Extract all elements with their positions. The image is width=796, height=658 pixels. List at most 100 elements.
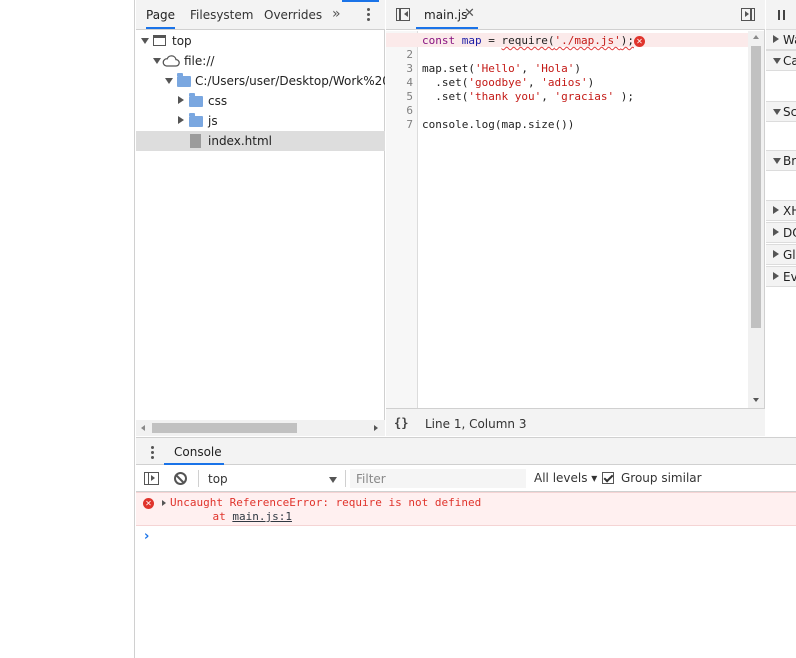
line-number: 6 <box>406 104 413 117</box>
tree-item-css[interactable]: css <box>136 91 385 111</box>
show-console-sidebar-icon[interactable] <box>144 472 159 485</box>
debugger-toolbar <box>766 0 796 30</box>
active-panel-indicator <box>342 0 379 2</box>
folder-icon <box>189 113 203 127</box>
tab-console[interactable]: Console <box>164 438 224 465</box>
log-levels-dropdown[interactable]: All levels ▾ <box>534 471 597 485</box>
expand-arrow-icon[interactable] <box>162 500 166 506</box>
toolbar-divider <box>198 470 199 487</box>
toolbar-divider <box>345 470 346 487</box>
code-line-5: .set('thank you', 'gracias' ); <box>422 90 634 103</box>
more-tabs-icon[interactable]: » <box>332 6 341 22</box>
collapsed-arrow-icon <box>773 250 779 258</box>
section-label: XHR/fetch Breakpoints <box>783 204 796 218</box>
section-dom-breakpoints[interactable]: DOM Breakpoints <box>766 222 796 243</box>
tree-item-folder-path[interactable]: C:/Users/user/Desktop/Work%20Sp <box>136 71 385 91</box>
line-number: 5 <box>406 90 413 103</box>
tab-page[interactable]: Page <box>146 0 176 29</box>
tree-label: css <box>208 94 228 108</box>
filter-input[interactable] <box>350 469 526 488</box>
drawer-tabbar: Console <box>136 437 796 465</box>
editor-statusbar: {} Line 1, Column 3 <box>386 408 765 436</box>
scroll-up-icon[interactable] <box>753 35 759 39</box>
section-label: Scope <box>783 105 796 119</box>
console-drawer: Console top All levels ▾ Group similar ✕… <box>136 437 796 658</box>
error-icon: ✕ <box>143 498 154 509</box>
close-icon[interactable]: ✕ <box>464 6 475 21</box>
scrollbar-thumb[interactable] <box>751 46 761 328</box>
prompt-chevron-icon: › <box>144 529 150 544</box>
context-value: top <box>208 472 228 486</box>
frame-icon <box>153 35 166 46</box>
tree-label: C:/Users/user/Desktop/Work%20Sp <box>195 74 385 88</box>
folder-icon <box>189 93 203 107</box>
tree-item-origin[interactable]: file:// <box>136 51 385 71</box>
tree-label: file:// <box>184 54 215 68</box>
tab-filesystem[interactable]: Filesystem <box>190 0 253 29</box>
section-global-listeners[interactable]: Global Listeners <box>766 244 796 265</box>
error-stack-line: at main.js:1 <box>186 510 292 523</box>
error-marker-icon[interactable]: ✕ <box>634 36 645 47</box>
section-label: Event Listener Breakpoints <box>783 270 796 284</box>
code-line-4: .set('goodbye', 'adios') <box>422 76 595 89</box>
line-number: 3 <box>406 62 413 75</box>
tab-overrides[interactable]: Overrides <box>264 0 322 29</box>
collapsed-arrow-icon <box>178 96 184 104</box>
navigator-tabbar: Page Filesystem Overrides » <box>136 0 385 30</box>
kebab-menu-icon[interactable] <box>366 6 372 24</box>
vertical-scrollbar[interactable] <box>748 31 764 408</box>
collapsed-arrow-icon <box>773 228 779 236</box>
editor-tabbar: main.js ✕ <box>386 0 765 30</box>
stack-prefix: at <box>186 510 233 523</box>
tab-main-js[interactable]: main.js ✕ <box>416 0 478 29</box>
section-xhr-breakpoints[interactable]: XHR/fetch Breakpoints <box>766 200 796 221</box>
error-text: Uncaught ReferenceError: require is not … <box>170 496 482 509</box>
console-toolbar: top All levels ▾ Group similar <box>136 465 796 492</box>
folder-icon <box>177 73 191 87</box>
scroll-right-icon[interactable] <box>374 425 378 431</box>
toggle-debugger-icon[interactable] <box>741 8 755 21</box>
levels-value: All levels <box>534 471 588 485</box>
group-similar-label: Group similar <box>621 471 702 485</box>
tree-item-js[interactable]: js <box>136 111 385 131</box>
collapsed-arrow-icon <box>773 35 779 43</box>
expanded-arrow-icon <box>773 158 781 164</box>
context-select[interactable]: top <box>208 470 339 488</box>
scroll-left-icon[interactable] <box>141 425 145 431</box>
source-link[interactable]: main.js:1 <box>232 510 292 523</box>
line-number: 2 <box>406 48 413 61</box>
drawer-menu-icon[interactable] <box>150 444 156 462</box>
code-line-7: console.log(map.size()) <box>422 118 575 131</box>
console-error-message[interactable]: ✕ Uncaught ReferenceError: require is no… <box>136 492 796 526</box>
section-event-listener-breakpoints[interactable]: Event Listener Breakpoints <box>766 266 796 287</box>
sources-navigator: Page Filesystem Overrides » top file:// … <box>136 0 385 436</box>
scrollbar-thumb[interactable] <box>152 423 297 433</box>
group-similar-checkbox[interactable] <box>602 472 614 484</box>
section-label: Breakpoints <box>783 154 796 168</box>
section-watch[interactable]: Watch <box>766 29 796 50</box>
tree-item-top[interactable]: top <box>136 31 385 51</box>
clear-console-icon[interactable] <box>174 472 187 485</box>
scroll-down-icon[interactable] <box>753 398 759 402</box>
console-prompt[interactable]: › <box>136 527 796 547</box>
tree-label: top <box>172 34 192 48</box>
code-area[interactable]: const map = require('./map.js'); map.set… <box>418 31 748 408</box>
line-number: 7 <box>406 118 413 131</box>
chevron-down-icon <box>329 477 337 483</box>
section-call-stack[interactable]: Call Stack <box>766 50 796 71</box>
expanded-arrow-icon <box>773 109 781 115</box>
section-breakpoints[interactable]: Breakpoints <box>766 150 796 171</box>
tree-item-index-html[interactable]: index.html <box>136 131 385 151</box>
collapsed-arrow-icon <box>773 272 779 280</box>
section-scope[interactable]: Scope <box>766 101 796 122</box>
pause-icon[interactable] <box>778 10 786 20</box>
tree-label: index.html <box>208 134 272 148</box>
pretty-print-icon[interactable]: {} <box>394 416 408 430</box>
line-number: 4 <box>406 76 413 89</box>
section-label: Call Stack <box>783 54 796 68</box>
file-icon <box>190 134 201 148</box>
horizontal-scrollbar[interactable] <box>136 420 385 436</box>
section-label: Watch <box>783 33 796 47</box>
tree-label: js <box>208 114 218 128</box>
toggle-navigator-icon[interactable] <box>396 8 410 21</box>
